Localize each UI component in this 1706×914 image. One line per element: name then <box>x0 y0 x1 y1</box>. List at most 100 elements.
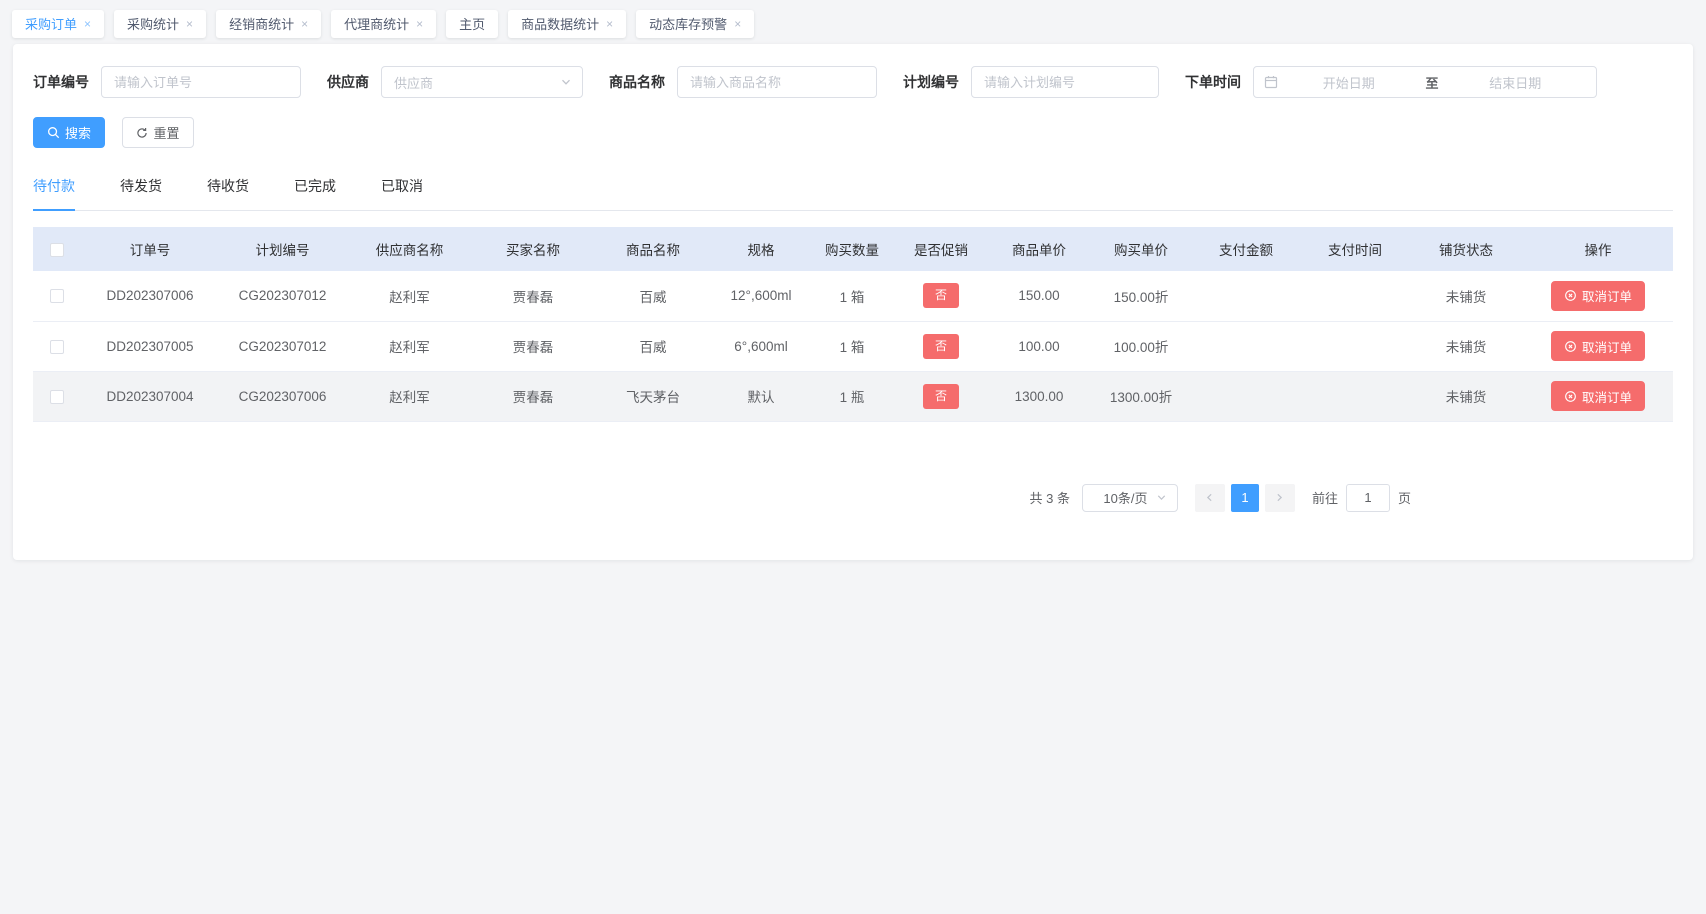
table-header-row: 订单号 计划编号 供应商名称 买家名称 商品名称 规格 购买数量 是否促销 商品… <box>33 227 1673 271</box>
cell-unit-price: 150.00 <box>987 271 1091 321</box>
chevron-down-icon <box>560 76 572 88</box>
circle-cross-icon <box>1564 390 1577 403</box>
cell-order-no: DD202307005 <box>81 321 219 371</box>
order-no-input[interactable] <box>101 66 301 98</box>
cell-spec: 默认 <box>713 371 809 421</box>
top-tab-label: 采购订单 <box>25 14 77 33</box>
col-pay-amount: 支付金额 <box>1191 227 1301 271</box>
goto-page: 前往 页 <box>1312 484 1411 512</box>
cell-buyer: 贾春磊 <box>473 371 593 421</box>
cancel-order-label: 取消订单 <box>1582 337 1632 356</box>
close-icon[interactable]: × <box>301 18 308 30</box>
top-tab-bar: 采购订单 × 采购统计 × 经销商统计 × 代理商统计 × 主页 商品数据统计 … <box>0 0 1706 40</box>
col-supplier: 供应商名称 <box>346 227 473 271</box>
row-checkbox-cell <box>33 371 81 421</box>
page-size-select[interactable]: 10条/页 <box>1082 484 1178 512</box>
top-tab-dealer-stats[interactable]: 经销商统计 × <box>216 10 321 38</box>
top-tab-product-data-stats[interactable]: 商品数据统计 × <box>508 10 626 38</box>
row-checkbox[interactable] <box>50 289 64 303</box>
select-all-checkbox[interactable] <box>50 243 64 257</box>
close-icon[interactable]: × <box>734 18 741 30</box>
cell-promo: 否 <box>895 271 987 321</box>
page-unit-label: 页 <box>1398 488 1411 507</box>
cell-qty: 1 箱 <box>809 271 895 321</box>
cell-unit-price: 100.00 <box>987 321 1091 371</box>
order-no-label: 订单编号 <box>33 72 89 92</box>
close-icon[interactable]: × <box>186 18 193 30</box>
prev-page-button[interactable] <box>1195 484 1225 512</box>
cell-stock-status: 未铺货 <box>1409 321 1523 371</box>
tab-pending-payment[interactable]: 待付款 <box>33 176 75 210</box>
top-tab-purchase-stats[interactable]: 采购统计 × <box>114 10 206 38</box>
refresh-icon <box>136 127 148 139</box>
close-icon[interactable]: × <box>606 18 613 30</box>
order-time-range-picker[interactable]: 开始日期 至 结束日期 <box>1253 66 1597 98</box>
search-icon <box>47 126 60 139</box>
cell-supplier: 赵利军 <box>346 371 473 421</box>
reset-button[interactable]: 重置 <box>122 117 194 148</box>
page-number-button[interactable]: 1 <box>1231 484 1259 512</box>
start-date-placeholder[interactable]: 开始日期 <box>1278 73 1420 92</box>
pagination: 共 3 条 10条/页 1 前往 页 <box>33 484 1673 512</box>
search-button[interactable]: 搜索 <box>33 117 105 148</box>
cell-unit-price: 1300.00 <box>987 371 1091 421</box>
form-actions: 搜索 重置 <box>33 117 1673 148</box>
page-size-value: 10条/页 <box>1095 488 1156 507</box>
total-count-label: 共 3 条 <box>1030 488 1070 507</box>
tab-completed[interactable]: 已完成 <box>294 176 336 210</box>
end-date-placeholder[interactable]: 结束日期 <box>1445 73 1587 92</box>
top-tab-purchase-orders[interactable]: 采购订单 × <box>12 10 104 38</box>
row-checkbox-cell <box>33 271 81 321</box>
cancel-order-button[interactable]: 取消订单 <box>1551 281 1645 311</box>
cell-order-no: DD202307004 <box>81 371 219 421</box>
supplier-select[interactable]: 供应商 <box>381 66 583 98</box>
goto-page-input[interactable] <box>1346 484 1390 512</box>
close-icon[interactable]: × <box>416 18 423 30</box>
search-form: 订单编号 供应商 供应商 商品名称 计划编号 下单时间 开始日期 至 结束日期 <box>33 66 1673 98</box>
cancel-order-button[interactable]: 取消订单 <box>1551 331 1645 361</box>
top-tab-home[interactable]: 主页 <box>446 10 498 38</box>
cell-pay-amount <box>1191 371 1301 421</box>
col-product: 商品名称 <box>593 227 713 271</box>
cell-plan-no: CG202307006 <box>219 371 346 421</box>
tab-cancelled[interactable]: 已取消 <box>381 176 423 210</box>
top-tab-label: 动态库存预警 <box>649 14 727 33</box>
order-status-tabs: 待付款 待发货 待收货 已完成 已取消 <box>33 176 1673 211</box>
top-tab-label: 采购统计 <box>127 14 179 33</box>
cancel-order-label: 取消订单 <box>1582 387 1632 406</box>
next-page-button[interactable] <box>1265 484 1295 512</box>
col-pay-time: 支付时间 <box>1301 227 1409 271</box>
cell-spec: 6°,600ml <box>713 321 809 371</box>
cell-buyer: 贾春磊 <box>473 271 593 321</box>
cell-actions: 取消订单 <box>1523 371 1673 421</box>
cell-product: 百威 <box>593 271 713 321</box>
row-checkbox[interactable] <box>50 390 64 404</box>
top-tab-agent-stats[interactable]: 代理商统计 × <box>331 10 436 38</box>
cell-actions: 取消订单 <box>1523 321 1673 371</box>
cell-pay-amount <box>1191 271 1301 321</box>
circle-cross-icon <box>1564 340 1577 353</box>
circle-cross-icon <box>1564 289 1577 302</box>
cell-pay-time <box>1301 271 1409 321</box>
tab-pending-shipment[interactable]: 待发货 <box>120 176 162 210</box>
product-name-label: 商品名称 <box>609 72 665 92</box>
cell-plan-no: CG202307012 <box>219 321 346 371</box>
plan-no-input[interactable] <box>971 66 1159 98</box>
product-name-input[interactable] <box>677 66 877 98</box>
close-icon[interactable]: × <box>84 18 91 30</box>
chevron-left-icon <box>1204 492 1215 503</box>
promo-tag: 否 <box>923 334 959 359</box>
cell-qty: 1 瓶 <box>809 371 895 421</box>
col-unit-price: 商品单价 <box>987 227 1091 271</box>
tab-pending-receipt[interactable]: 待收货 <box>207 176 249 210</box>
top-tab-stock-warning[interactable]: 动态库存预警 × <box>636 10 754 38</box>
cell-spec: 12°,600ml <box>713 271 809 321</box>
cancel-order-button[interactable]: 取消订单 <box>1551 381 1645 411</box>
cell-stock-status: 未铺货 <box>1409 271 1523 321</box>
cell-qty: 1 箱 <box>809 321 895 371</box>
col-promo: 是否促销 <box>895 227 987 271</box>
col-spec: 规格 <box>713 227 809 271</box>
row-checkbox[interactable] <box>50 340 64 354</box>
cell-buy-price: 100.00折 <box>1091 321 1191 371</box>
content-card: 订单编号 供应商 供应商 商品名称 计划编号 下单时间 开始日期 至 结束日期 <box>13 44 1693 560</box>
